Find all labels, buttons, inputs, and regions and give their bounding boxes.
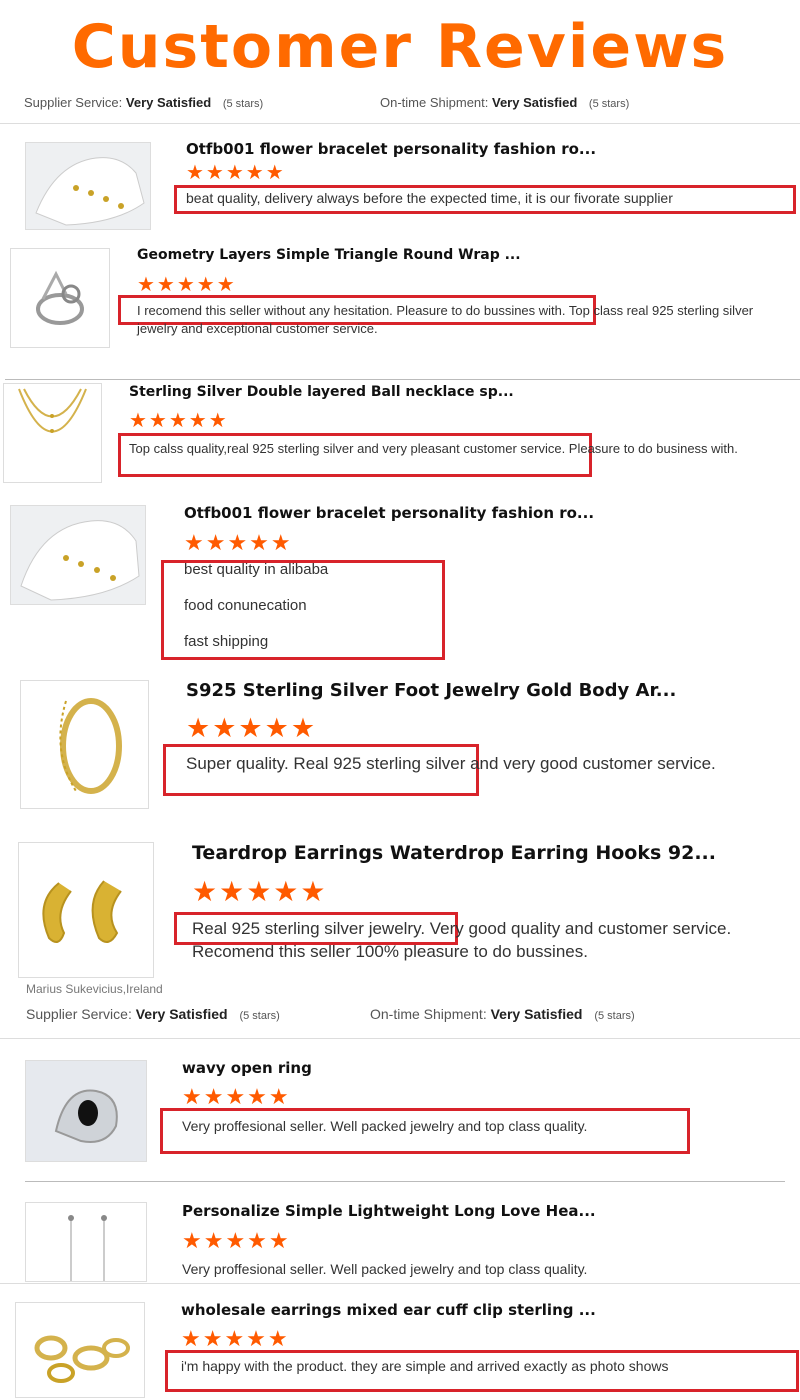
review-text: Real 925 sterling silver jewelry. Very g…: [192, 919, 732, 961]
gold-bangle-image: [21, 681, 148, 808]
star-rating: ★★★★★: [186, 162, 286, 184]
product-title[interactable]: Otfb001 flower bracelet personality fash…: [184, 504, 594, 522]
divider: [0, 1283, 800, 1284]
star-rating: ★★★★★: [129, 410, 229, 432]
review-text: I recomend this seller without any hesit…: [137, 303, 754, 336]
product-thumbnail[interactable]: [25, 1202, 147, 1282]
review-line: best quality in alibaba: [184, 561, 329, 578]
review-text: Very proffesional seller. Well packed je…: [182, 1261, 588, 1277]
star-rating: ★★★★★: [186, 713, 318, 743]
wavy-ring-image: [26, 1061, 146, 1161]
shipment-rating: On-time Shipment: Very Satisfied (5 star…: [370, 1006, 635, 1022]
product-title[interactable]: Sterling Silver Double layered Ball neck…: [129, 384, 514, 400]
review-text: i'm happy with the product. they are sim…: [181, 1358, 669, 1374]
product-thumbnail[interactable]: [25, 1060, 147, 1162]
product-title[interactable]: Teardrop Earrings Waterdrop Earring Hook…: [192, 842, 716, 864]
product-title[interactable]: Otfb001 flower bracelet personality fash…: [186, 140, 596, 158]
review-line: food conunecation: [184, 597, 307, 614]
star-rating: ★★★★★: [182, 1084, 291, 1109]
star-rating: ★★★★★: [137, 274, 237, 296]
star-rating: ★★★★★: [181, 1326, 290, 1351]
gold-necklace-image: [4, 384, 101, 482]
divider: [0, 1038, 800, 1039]
product-thumbnail[interactable]: [15, 1302, 145, 1398]
product-thumbnail[interactable]: [20, 680, 149, 809]
product-thumbnail[interactable]: [18, 842, 154, 978]
silver-ring-image: [11, 249, 109, 347]
product-title[interactable]: wholesale earrings mixed ear cuff clip s…: [181, 1301, 596, 1319]
product-thumbnail[interactable]: [25, 142, 151, 230]
star-rating: ★★★★★: [182, 1228, 291, 1253]
page-title: Customer Reviews: [71, 12, 729, 82]
review-text: Top calss quality,real 925 sterling silv…: [129, 441, 738, 456]
star-rating: ★★★★★: [192, 876, 328, 907]
bracelet-on-glove-image: [11, 506, 145, 604]
supplier-service-rating: Supplier Service: Very Satisfied (5 star…: [26, 1006, 280, 1022]
heart-earrings-image: [26, 1203, 146, 1281]
product-title[interactable]: S925 Sterling Silver Foot Jewelry Gold B…: [186, 680, 676, 701]
supplier-service-rating: Supplier Service: Very Satisfied (5 star…: [24, 95, 264, 110]
star-rating: ★★★★★: [184, 530, 293, 555]
gold-earrings-image: [19, 843, 153, 977]
shipment-rating: On-time Shipment: Very Satisfied (5 star…: [380, 95, 630, 110]
reviewer-name: Marius Sukevicius,Ireland: [26, 982, 163, 996]
review-line: fast shipping: [184, 633, 269, 650]
bracelet-on-glove-image: [26, 143, 150, 229]
divider: [0, 123, 800, 124]
ear-cuffs-image: [16, 1303, 144, 1397]
divider: [5, 379, 800, 380]
product-thumbnail[interactable]: [10, 505, 146, 605]
review-text: beat quality, delivery always before the…: [186, 190, 673, 206]
review-text: Super quality. Real 925 sterling silver …: [186, 754, 716, 773]
product-title[interactable]: wavy open ring: [182, 1059, 312, 1077]
product-title[interactable]: Personalize Simple Lightweight Long Love…: [182, 1202, 596, 1220]
product-thumbnail[interactable]: [10, 248, 110, 348]
divider: [25, 1181, 785, 1182]
product-thumbnail[interactable]: [3, 383, 102, 483]
product-title[interactable]: Geometry Layers Simple Triangle Round Wr…: [137, 247, 521, 263]
review-text: Very proffesional seller. Well packed je…: [182, 1118, 588, 1134]
